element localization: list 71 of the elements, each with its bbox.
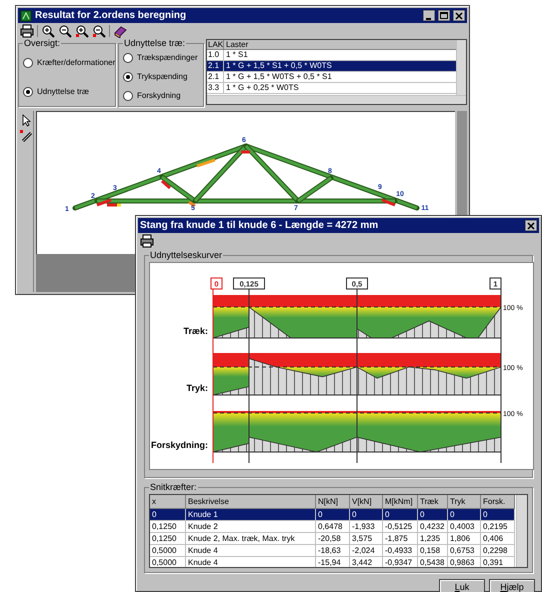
column-header[interactable]: Forsk. <box>481 495 515 509</box>
group-label: Snitkræfter: <box>149 482 198 493</box>
list-row[interactable]: 2.1 1 * G + 1,5 * S1 + 0,5 * W0TS <box>207 61 456 72</box>
table-cell: Knude 4 <box>186 557 316 567</box>
table-cell: 0,9863 <box>448 557 481 567</box>
list-cell-text: 1 * S1 <box>225 50 249 60</box>
column-header[interactable]: Træk <box>418 495 448 509</box>
scrollbar[interactable] <box>456 40 466 95</box>
zoom-out-icon[interactable] <box>92 24 106 38</box>
table-row[interactable]: 0,1250 Knude 2, Max. træk, Max. tryk -20,58 3,575 -1,875 1,235 1,806 0,406 <box>150 533 515 545</box>
row-label: Træk: <box>183 326 208 336</box>
table-cell: 0,5000 <box>150 557 186 567</box>
radio-button[interactable] <box>23 58 33 68</box>
print-icon[interactable] <box>140 234 154 248</box>
group-label: Udnyttelse træ: <box>123 38 186 49</box>
app-icon[interactable] <box>20 10 32 22</box>
row-label: Forskydning: <box>150 440 208 450</box>
dialog-button[interactable]: Luk <box>439 579 485 592</box>
minimize-button[interactable] <box>423 10 435 21</box>
list-row[interactable]: 1.0 1 * S1 <box>207 50 456 61</box>
book-icon[interactable] <box>113 24 127 38</box>
list-cell: 2.1 <box>207 72 224 82</box>
radio-option[interactable]: Kræfter/deformationer <box>23 58 115 68</box>
member-tool-icon[interactable] <box>18 129 32 143</box>
zoom-out-icon[interactable] <box>58 24 72 38</box>
table-cell: 0,391 <box>481 557 515 567</box>
table-row[interactable]: 0 Knude 1 0 0 0 0 0 0 <box>150 509 515 521</box>
group-label: Oversigt: <box>23 38 62 49</box>
row-label: Tryk: <box>186 383 208 393</box>
radio-option[interactable]: Trykspænding <box>123 72 203 82</box>
radio-button[interactable] <box>123 72 133 82</box>
table-row[interactable]: 0,5000 Knude 4 -15,94 3,442 -0,9347 0,5438 0,9863 0,391 <box>150 557 515 567</box>
list-cell: 3.3 <box>207 83 224 93</box>
list-cell: 2.1 <box>207 61 224 71</box>
zoom-in-icon[interactable] <box>75 24 89 38</box>
maximize-button[interactable] <box>438 10 450 21</box>
radio-button[interactable] <box>123 91 133 102</box>
column-header[interactable]: M[kNm] <box>383 495 418 509</box>
radio-button[interactable] <box>123 52 133 63</box>
list-row[interactable]: 2.1 1 * G + 1,5 * W0TS + 0,5 * S1 <box>207 72 456 83</box>
radio-button[interactable] <box>23 86 33 96</box>
table-cell: -0,9347 <box>383 557 418 567</box>
group-label: Udnyttelseskurver <box>149 250 224 261</box>
window-title: Stang fra knude 1 til knude 6 - Længde = 4272 mm <box>140 219 380 233</box>
list-cell: 1.0 <box>207 50 224 60</box>
list-cell-text: 1 * G + 0,25 * W0TS <box>225 83 300 93</box>
table-row[interactable]: 0,1250 Knude 2 0,6478 -1,933 -0,5125 0,4232 0,4003 0,2195 <box>150 521 515 533</box>
column-header[interactable]: V[kN] <box>350 495 383 509</box>
radio-option[interactable]: Udnyttelse træ <box>23 86 115 96</box>
dialog-button[interactable]: Hjælp <box>489 579 535 592</box>
table-row[interactable]: 0,5000 Knude 4 -18,63 -2,024 -0,4933 0,158 0,6753 0,2298 <box>150 545 515 557</box>
scrollbar[interactable] <box>207 95 466 104</box>
list-cell-text: 1 * G + 1,5 * S1 + 0,5 * W0TS <box>225 61 333 71</box>
print-icon[interactable] <box>20 24 34 38</box>
close-button[interactable] <box>525 220 537 231</box>
close-button[interactable] <box>453 10 465 21</box>
column-header[interactable]: x <box>150 495 186 509</box>
column-header[interactable]: N[kN] <box>316 495 350 509</box>
window-title: Resultat for 2.ordens beregning <box>35 9 188 23</box>
scrollbar[interactable] <box>516 495 527 567</box>
list-cell-text: 1 * G + 1,5 * W0TS + 0,5 * S1 <box>225 72 333 82</box>
column-header[interactable]: LAK <box>207 40 224 50</box>
table-cell: 0,5438 <box>418 557 448 567</box>
radio-option[interactable]: Forskydning <box>123 91 203 102</box>
table-cell: -15,94 <box>316 557 350 567</box>
column-header[interactable]: Tryk <box>448 495 481 509</box>
radio-option[interactable]: Trækspændinger <box>123 52 203 63</box>
column-header[interactable]: Beskrivelse <box>186 495 316 509</box>
list-row[interactable]: 3.3 1 * G + 0,25 * W0TS <box>207 83 456 94</box>
column-header[interactable]: Laster <box>224 40 456 50</box>
table-cell: 3,442 <box>350 557 383 567</box>
